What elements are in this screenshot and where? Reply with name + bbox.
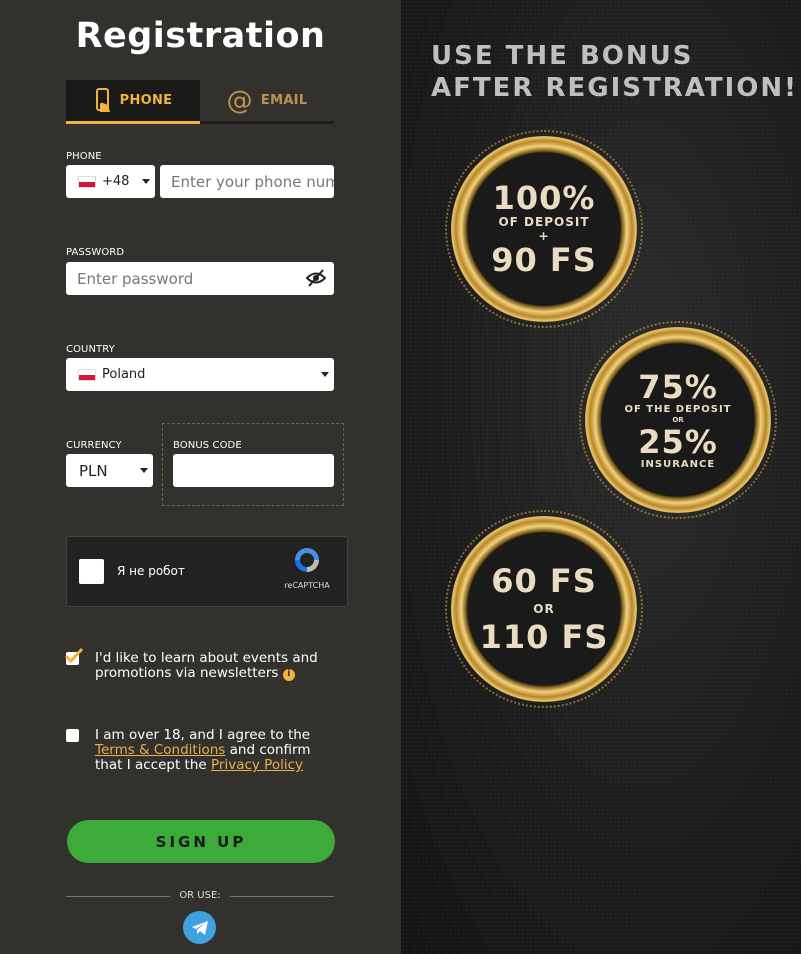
tab-email[interactable]: @ EMAIL [200,80,334,124]
registration-tabs: PHONE @ EMAIL [66,80,334,124]
medal3-or: OR [533,602,555,616]
page-title: Registration [75,16,326,56]
telegram-login-button[interactable] [183,911,216,944]
phone-code-value: +48 [102,174,130,189]
tab-phone-label: PHONE [119,93,173,108]
telegram-icon [191,920,208,935]
info-icon[interactable]: i [282,668,295,681]
password-input-wrap [66,262,334,295]
recaptcha-icon [295,548,319,572]
registration-panel: Registration PHONE @ EMAIL PHONE +48 PAS… [0,0,401,954]
bonus-medal-3: 60 FS OR 110 FS [445,510,643,708]
checkmark-icon [64,648,84,664]
medal1-small1: OF DEPOSIT [498,215,590,229]
bonus-code-wrap [173,454,334,487]
at-sign-icon: @ [226,85,253,116]
phone-label: PHONE [66,151,102,162]
phone-input-wrap [160,165,334,198]
bonus-code-label: BONUS CODE [173,440,242,451]
eye-slash-icon[interactable] [305,269,327,291]
medal1-plus: + [538,229,550,243]
terms-line1: I am over 18, and I agree to the [95,727,311,743]
country-value: Poland [102,367,146,382]
phone-input[interactable] [160,165,334,198]
promo-headline: USE THE BONUS AFTER REGISTRATION! [431,40,798,104]
chevron-down-icon [140,467,148,473]
newsletter-line2: promotions via newsletters [95,665,279,681]
medal2-big2: 25% [638,422,718,461]
currency-label: CURRENCY [66,440,122,451]
poland-flag-icon [78,175,96,188]
medal2-small2: INSURANCE [640,458,716,470]
medal1-big1: 100% [492,179,596,217]
bonus-medal-1: 100% OF DEPOSIT + 90 FS [445,130,643,328]
phone-icon [94,87,112,114]
promo-line1: USE THE BONUS [431,41,694,71]
medal3-big1: 60 FS [491,562,597,600]
or-use-label: OR USE: [179,890,221,901]
chevron-down-icon [321,371,329,377]
bonus-medal-2: 75% OF THE DEPOSIT OR 25% INSURANCE [579,321,777,519]
terms-line3: that I accept the [95,757,207,773]
recaptcha-widget: Я не робот reCAPTCHA [66,536,348,607]
chevron-down-icon [142,178,150,184]
newsletter-checkbox[interactable] [64,648,84,665]
bonus-code-input[interactable] [173,454,334,487]
country-select[interactable]: Poland [66,358,334,391]
promo-line2: AFTER REGISTRATION! [431,73,798,103]
terms-checkbox[interactable] [66,729,79,742]
phone-code-select[interactable]: +48 [66,165,155,198]
newsletter-text: I'd like to learn about events and promo… [95,651,345,681]
recaptcha-brand: reCAPTCHA [284,581,330,590]
terms-mid: and confirm [229,742,311,758]
poland-flag-icon [78,368,96,381]
divider-left [66,896,170,897]
recaptcha-checkbox[interactable] [79,559,104,584]
divider-right [230,896,334,897]
medal2-or: OR [672,415,684,424]
recaptcha-text: Я не робот [117,564,185,578]
terms-text: I am over 18, and I agree to the Terms &… [95,728,345,773]
currency-select[interactable]: PLN [66,454,153,487]
password-label: PASSWORD [66,247,125,258]
medal2-big1: 75% [638,367,718,406]
medal2-small1: OF THE DEPOSIT [624,403,732,415]
medal3-big2: 110 FS [479,618,609,656]
newsletter-line1: I'd like to learn about events and [95,650,318,666]
country-label: COUNTRY [66,344,115,355]
medal1-big2: 90 FS [491,241,597,279]
tab-phone[interactable]: PHONE [66,80,200,124]
terms-link[interactable]: Terms & Conditions [95,742,225,758]
privacy-link[interactable]: Privacy Policy [211,757,303,773]
tab-email-label: EMAIL [260,93,308,108]
sign-up-button[interactable]: SIGN UP [67,820,335,863]
currency-value: PLN [79,461,108,480]
password-input[interactable] [66,262,334,295]
recaptcha-logo: reCAPTCHA [279,545,335,590]
promo-panel: USE THE BONUS AFTER REGISTRATION! 100% O… [401,0,801,954]
